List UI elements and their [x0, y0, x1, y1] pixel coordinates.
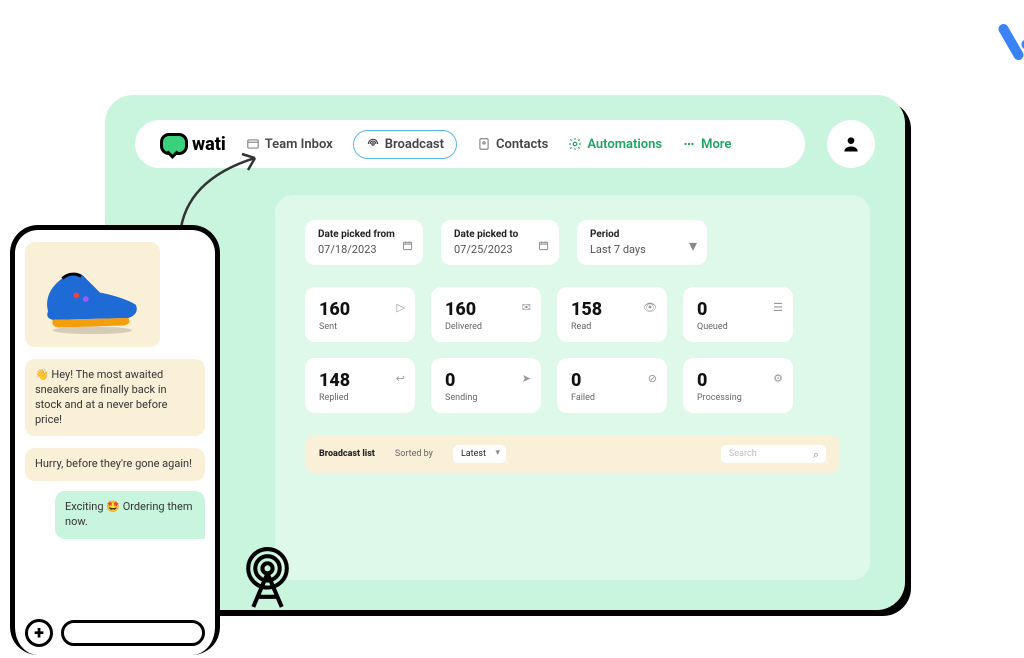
nav-broadcast[interactable]: Broadcast	[353, 130, 457, 159]
broadcast-list-title: Broadcast list	[319, 449, 375, 459]
nav-more[interactable]: More	[682, 137, 731, 152]
failed-icon: ⊘	[648, 372, 657, 385]
stat-label: Read	[571, 322, 653, 332]
period-selector[interactable]: Period Last 7 days ▾	[577, 220, 707, 265]
message-input[interactable]	[61, 620, 205, 646]
top-nav: wati Team Inbox Broadcast Contacts Autom…	[135, 120, 805, 168]
more-icon	[682, 137, 696, 151]
contacts-icon	[477, 137, 491, 151]
chat-reply: Exciting 🤩 Ordering them now.	[55, 491, 205, 539]
stat-label: Delivered	[445, 322, 527, 332]
nav-label: Automations	[587, 137, 662, 152]
processing-icon: ⚙	[773, 372, 783, 385]
filter-value: 07/25/2023	[454, 243, 546, 256]
stat-label: Queued	[697, 322, 779, 332]
sent-icon: ▷	[397, 301, 405, 314]
stat-label: Sending	[445, 393, 527, 403]
stat-replied: 148 Replied ↩	[305, 358, 415, 413]
stat-value: 148	[319, 370, 401, 391]
stat-value: 0	[445, 370, 527, 391]
stat-failed: 0 Failed ⊘	[557, 358, 667, 413]
stat-value: 160	[445, 299, 527, 320]
stat-label: Failed	[571, 393, 653, 403]
chevron-down-icon: ▾	[689, 236, 697, 255]
phone-input-row: +	[25, 619, 205, 647]
filter-value: 07/18/2023	[318, 243, 410, 256]
date-to-picker[interactable]: Date picked to 07/25/2023	[441, 220, 559, 265]
broadcast-dashboard: Date picked from 07/18/2023 Date picked …	[275, 195, 870, 580]
automations-icon	[568, 137, 582, 151]
filter-label: Period	[590, 229, 694, 240]
stat-value: 160	[319, 299, 401, 320]
broadcast-list-bar: Broadcast list Sorted by Latest Search	[305, 435, 840, 473]
stat-value: 0	[697, 299, 779, 320]
filter-label: Date picked to	[454, 229, 546, 240]
sort-value: Latest	[461, 449, 486, 459]
sneaker-image	[33, 250, 148, 335]
nav-label: Broadcast	[385, 137, 444, 152]
sort-label: Sorted by	[395, 449, 433, 459]
stat-label: Processing	[697, 393, 779, 403]
brand-name: wati	[192, 134, 226, 155]
date-from-picker[interactable]: Date picked from 07/18/2023	[305, 220, 423, 265]
search-input[interactable]: Search	[721, 445, 826, 463]
stat-label: Sent	[319, 322, 401, 332]
nav-label: Contacts	[496, 137, 548, 152]
eye-icon: 👁	[643, 301, 657, 314]
product-card	[25, 242, 160, 347]
user-icon	[841, 134, 861, 154]
nav-automations[interactable]: Automations	[568, 137, 662, 152]
nav-contacts[interactable]: Contacts	[477, 137, 548, 152]
nav-label: More	[701, 137, 731, 152]
broadcast-icon	[366, 137, 380, 151]
phone-mock: 👋 Hey! The most awaited sneakers are fin…	[10, 225, 220, 655]
nav-team-inbox[interactable]: Team Inbox	[246, 137, 333, 152]
sending-icon: ➤	[522, 372, 531, 385]
chat-message-2: Hurry, before they're gone again!	[25, 448, 205, 481]
filter-label: Date picked from	[318, 229, 410, 240]
stat-processing: 0 Processing ⚙	[683, 358, 793, 413]
chat-message-1: 👋 Hey! The most awaited sneakers are fin…	[25, 359, 205, 436]
stat-label: Replied	[319, 393, 401, 403]
antenna-icon	[235, 546, 300, 615]
dashboard-panel: wati Team Inbox Broadcast Contacts Autom…	[105, 95, 905, 610]
logo-bubble-icon	[160, 133, 188, 155]
queued-icon: ☰	[773, 301, 783, 314]
calendar-icon	[402, 236, 413, 255]
stat-sent: 160 Sent ▷	[305, 287, 415, 342]
stat-delivered: 160 Delivered ✉	[431, 287, 541, 342]
search-placeholder: Search	[729, 449, 757, 459]
date-filters: Date picked from 07/18/2023 Date picked …	[305, 220, 840, 265]
attach-button[interactable]: +	[25, 619, 53, 647]
stat-read: 158 Read 👁	[557, 287, 667, 342]
stat-value: 158	[571, 299, 653, 320]
stat-value: 0	[571, 370, 653, 391]
brand-logo[interactable]: wati	[160, 133, 226, 155]
user-avatar-button[interactable]	[827, 120, 875, 168]
calendar-icon	[538, 236, 549, 255]
reply-icon: ↩	[396, 372, 405, 385]
stat-sending: 0 Sending ➤	[431, 358, 541, 413]
filter-value: Last 7 days	[590, 243, 694, 256]
sort-select[interactable]: Latest	[453, 445, 506, 463]
stats-grid: 160 Sent ▷ 160 Delivered ✉ 158 Read 👁 0 …	[305, 287, 840, 413]
delivered-icon: ✉	[522, 301, 531, 314]
stat-queued: 0 Queued ☰	[683, 287, 793, 342]
stat-value: 0	[697, 370, 779, 391]
inbox-icon	[246, 137, 260, 151]
nav-label: Team Inbox	[265, 137, 333, 152]
